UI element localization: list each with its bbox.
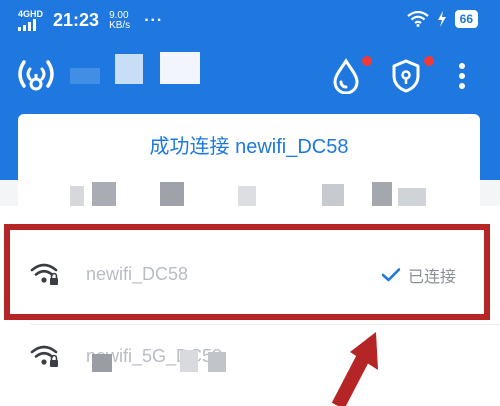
wifi-icon <box>406 11 429 27</box>
status-bar: 4GHD 21:23 9.00 KB/s ··· 66 <box>0 0 500 40</box>
speed-unit: KB/s <box>109 19 131 31</box>
pointer-arrow-icon <box>331 332 378 406</box>
water-drop-button[interactable] <box>330 56 372 95</box>
blurred-app-name-2 <box>115 54 143 84</box>
notification-dot <box>362 56 372 66</box>
shield-icon <box>392 59 420 93</box>
signal-indicator: 4GHD <box>18 10 43 31</box>
more-vert-icon <box>459 63 465 89</box>
mosaic <box>180 350 198 372</box>
speed-value: 9.00 <box>109 9 129 21</box>
status-right: 66 <box>406 10 478 28</box>
mosaic <box>92 354 112 372</box>
more-button[interactable] <box>452 58 472 94</box>
more-notifications: ··· <box>144 11 164 29</box>
mosaic <box>70 186 84 208</box>
notification-dot <box>424 56 434 66</box>
status-left: 4GHD 21:23 9.00 KB/s ··· <box>18 10 163 31</box>
app-logo-icon <box>18 60 54 91</box>
clock: 21:23 <box>53 10 100 30</box>
blurred-app-name-3 <box>160 52 200 84</box>
app-bar <box>0 40 500 110</box>
shield-button[interactable] <box>390 56 434 94</box>
connection-success-title: 成功连接 newifi_DC58 <box>149 136 349 158</box>
water-drop-icon <box>333 58 359 95</box>
mosaic <box>398 188 426 206</box>
mosaic <box>208 352 226 372</box>
signal-icon <box>18 19 43 31</box>
blurred-app-name <box>70 68 100 84</box>
mosaic <box>322 184 344 208</box>
wifi-row[interactable]: newifi_5G_DC58 <box>0 314 500 400</box>
network-type: 4GHD <box>18 9 44 19</box>
battery-icon: 66 <box>454 10 478 28</box>
network-speed: 9.00 KB/s <box>109 9 131 31</box>
charging-icon <box>437 11 446 27</box>
highlight-box <box>4 224 490 320</box>
wifi-lock-icon <box>30 345 58 367</box>
mosaic <box>238 186 256 208</box>
